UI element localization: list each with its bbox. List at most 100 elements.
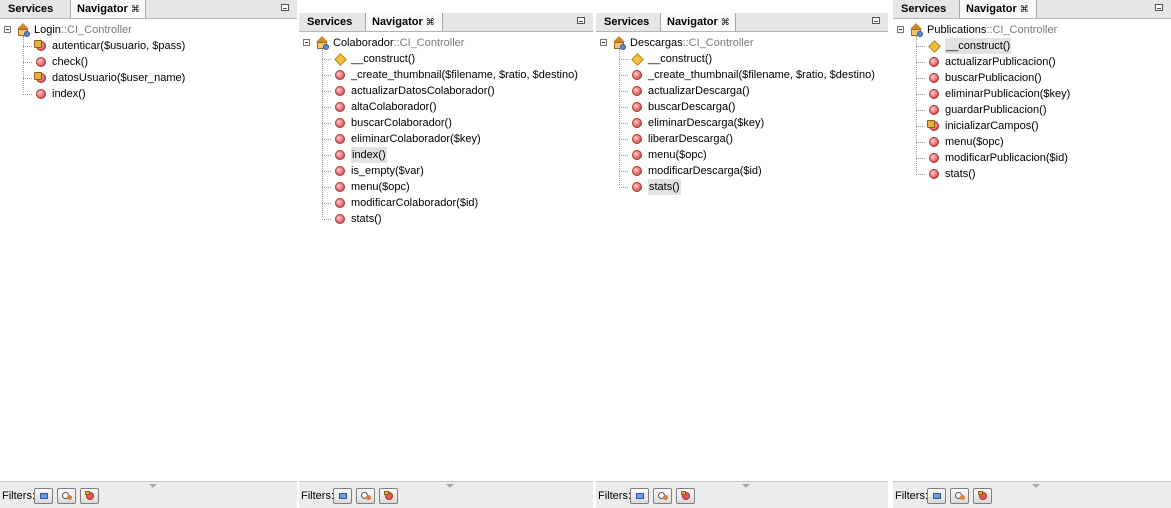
method-icon	[929, 137, 939, 147]
tab-navigator[interactable]: Navigator ⌘	[660, 13, 736, 31]
show-fields-filter-button[interactable]	[927, 488, 946, 504]
method-icon	[929, 105, 939, 115]
show-nonpublic-filter-button[interactable]	[80, 488, 99, 504]
tree-branch-line	[322, 123, 331, 124]
tree-branch-line	[619, 139, 628, 140]
class-label: Descargas::CI_Controller	[630, 35, 754, 51]
tab-services[interactable]: Services	[301, 13, 358, 31]
tree-branch-line	[619, 155, 628, 156]
tree-branch-line	[23, 46, 32, 47]
tab-bar: Services Navigator ⌘	[0, 0, 297, 19]
tree-branch-line	[619, 91, 628, 92]
tab-navigator[interactable]: Navigator ⌘	[70, 0, 146, 18]
close-tab-icon[interactable]: ⌘	[721, 17, 730, 27]
class-parent: ::CI_Controller	[682, 37, 754, 49]
collapse-toggle-icon[interactable]	[303, 39, 310, 46]
minimize-window-icon[interactable]	[281, 4, 289, 11]
tree-branch-line	[23, 78, 32, 79]
protected-method-icon	[927, 120, 939, 131]
protected-method-icon	[34, 72, 46, 83]
show-fields-filter-button[interactable]	[34, 488, 53, 504]
member-label: eliminarPublicacion($key)	[945, 88, 1071, 100]
resize-grip-icon[interactable]	[1032, 484, 1040, 488]
tab-navigator[interactable]: Navigator ⌘	[959, 0, 1037, 18]
resize-grip-icon[interactable]	[742, 484, 750, 488]
constructor-icon	[631, 53, 644, 66]
method-icon	[335, 198, 345, 208]
member-label: actualizarPublicacion()	[945, 56, 1056, 68]
filters-label: Filters:	[895, 490, 928, 502]
show-inherited-filter-button[interactable]	[950, 488, 969, 504]
fields-icon	[933, 493, 941, 499]
member-label: eliminarColaborador($key)	[351, 133, 481, 145]
tree-branch-line	[619, 107, 628, 108]
tree-branch-line	[619, 171, 628, 172]
php-class-icon	[15, 23, 31, 37]
filter-bar: Filters:	[596, 481, 888, 508]
method-icon	[929, 153, 939, 163]
tab-navigator-label: Navigator	[372, 16, 423, 28]
class-parent: ::CI_Controller	[986, 24, 1058, 36]
resize-grip-icon[interactable]	[446, 484, 454, 488]
resize-grip-icon[interactable]	[148, 484, 157, 488]
show-inherited-filter-button[interactable]	[356, 488, 375, 504]
tree-branch-line	[322, 203, 331, 204]
tab-navigator-label: Navigator	[966, 3, 1017, 15]
php-class-icon	[314, 36, 330, 50]
show-inherited-filter-button[interactable]	[57, 488, 76, 504]
collapse-toggle-icon[interactable]	[897, 26, 904, 33]
minimize-window-icon[interactable]	[872, 17, 880, 24]
close-tab-icon[interactable]: ⌘	[131, 4, 140, 14]
method-icon	[335, 86, 345, 96]
tab-bar: Services Navigator ⌘	[299, 13, 593, 32]
member-label: stats()	[945, 168, 976, 180]
minimize-window-icon[interactable]	[577, 17, 585, 24]
tree-branch-line	[322, 187, 331, 188]
filters-label: Filters:	[598, 490, 631, 502]
tree-branch-line	[916, 62, 925, 63]
member-label: autenticar($usuario, $pass)	[52, 40, 186, 52]
member-label: __construct()	[648, 53, 713, 65]
filters-label: Filters:	[301, 490, 334, 502]
navigator-tree: Colaborador::CI_Controller __construct() _…	[299, 32, 593, 481]
member-label: actualizarDescarga()	[648, 85, 750, 97]
member-label: menu($opc)	[945, 136, 1004, 148]
class-name: Colaborador	[333, 37, 394, 49]
show-nonpublic-filter-button[interactable]	[973, 488, 992, 504]
close-tab-icon[interactable]: ⌘	[426, 17, 435, 27]
member-label: inicializarCampos()	[945, 120, 1039, 132]
method-icon	[929, 73, 939, 83]
collapse-toggle-icon[interactable]	[600, 39, 607, 46]
show-fields-filter-button[interactable]	[333, 488, 352, 504]
method-icon	[335, 182, 345, 192]
close-tab-icon[interactable]: ⌘	[1020, 4, 1029, 14]
tree-branch-line	[322, 155, 331, 156]
method-icon	[632, 182, 642, 192]
tree-branch-line	[916, 174, 925, 175]
minimize-window-icon[interactable]	[1155, 4, 1163, 11]
navigator-panel-descargas: Services Navigator ⌘Descargas::CI_Controll…	[596, 13, 888, 508]
method-icon	[335, 70, 345, 80]
method-icon	[632, 70, 642, 80]
show-fields-filter-button[interactable]	[630, 488, 649, 504]
tab-services[interactable]: Services	[2, 0, 59, 18]
tab-services[interactable]: Services	[598, 13, 655, 31]
member-label: check()	[52, 56, 89, 68]
navigator-panel-login: Services Navigator ⌘ Login::CI_Controller au…	[0, 0, 297, 508]
member-label: datosUsuario($user_name)	[52, 72, 186, 84]
show-inherited-filter-button[interactable]	[653, 488, 672, 504]
tab-navigator[interactable]: Navigator ⌘	[365, 13, 443, 31]
tab-services[interactable]: Services	[895, 0, 952, 18]
tree-guide-line	[619, 49, 620, 185]
method-icon	[929, 57, 939, 67]
show-nonpublic-filter-button[interactable]	[676, 488, 695, 504]
member-label: _create_thumbnail($filename, $ratio, $de…	[648, 69, 875, 81]
tree-branch-line	[322, 139, 331, 140]
tree-branch-line	[916, 158, 925, 159]
tab-navigator-label: Navigator	[667, 16, 718, 28]
show-nonpublic-filter-button[interactable]	[379, 488, 398, 504]
fields-icon	[339, 493, 347, 499]
collapse-toggle-icon[interactable]	[4, 26, 11, 33]
member-label: buscarDescarga()	[648, 101, 736, 113]
class-name: Descargas	[630, 37, 683, 49]
